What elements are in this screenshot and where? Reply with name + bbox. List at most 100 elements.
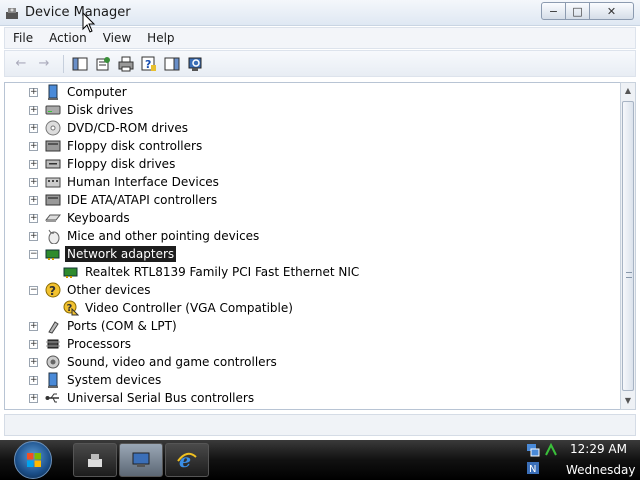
usb-icon bbox=[45, 390, 61, 406]
menu-help[interactable]: Help bbox=[139, 31, 182, 45]
tree-item-label: Video Controller (VGA Compatible) bbox=[85, 301, 293, 315]
expand-toggle[interactable]: + bbox=[29, 213, 38, 223]
taskbar-button-device-manager-app[interactable] bbox=[73, 443, 117, 477]
tree-item-processors[interactable]: + Processors bbox=[29, 335, 133, 353]
svg-text:N: N bbox=[529, 464, 536, 475]
hid-icon bbox=[45, 174, 61, 190]
windows-logo-icon bbox=[27, 453, 41, 467]
show-hide-console-tree-icon[interactable] bbox=[70, 54, 90, 74]
expand-toggle[interactable]: + bbox=[29, 231, 38, 241]
help-icon[interactable]: ? bbox=[139, 54, 159, 74]
expand-toggle[interactable]: + bbox=[29, 177, 38, 187]
tree-item-dvd-drives[interactable]: + DVD/CD-ROM drives bbox=[29, 119, 190, 137]
tree-item-network-adapters[interactable]: − Network adapters bbox=[29, 245, 177, 263]
scan-hardware-icon[interactable] bbox=[185, 54, 205, 74]
processor-icon bbox=[45, 336, 61, 352]
svg-text:?: ? bbox=[49, 284, 56, 298]
tree-item-keyboards[interactable]: + Keyboards bbox=[29, 209, 132, 227]
expand-toggle[interactable]: + bbox=[29, 339, 38, 349]
computer-management-icon bbox=[132, 452, 150, 467]
expand-toggle[interactable]: + bbox=[29, 393, 38, 403]
collapse-toggle[interactable]: − bbox=[29, 285, 38, 295]
tree-item-other-devices[interactable]: − ? Other devices bbox=[29, 281, 153, 299]
tree-item-label: Processors bbox=[67, 337, 132, 351]
tree-item-label: DVD/CD-ROM drives bbox=[67, 121, 189, 135]
collapse-toggle[interactable]: − bbox=[29, 249, 38, 259]
tree-item-system-devices[interactable]: + System devices bbox=[29, 371, 163, 389]
expand-toggle[interactable]: + bbox=[29, 375, 38, 385]
system-devices-icon bbox=[45, 372, 61, 388]
close-button[interactable]: ✕ bbox=[590, 2, 634, 20]
scroll-thumb[interactable] bbox=[622, 101, 634, 391]
tree-item-realtek-nic[interactable]: Realtek RTL8139 Family PCI Fast Ethernet… bbox=[63, 263, 361, 281]
clock-day[interactable]: Wednesday bbox=[566, 463, 635, 477]
tree-item-label: Sound, video and game controllers bbox=[67, 355, 277, 369]
system-tray: N 12:29 AM Wednesday bbox=[520, 440, 640, 480]
tree-item-ports[interactable]: + Ports (COM & LPT) bbox=[29, 317, 179, 335]
tree-item-floppy-drives[interactable]: + Floppy disk drives bbox=[29, 155, 177, 173]
tree-item-ide-controllers[interactable]: + IDE ATA/ATAPI controllers bbox=[29, 191, 219, 209]
tree-item-mice[interactable]: + Mice and other pointing devices bbox=[29, 227, 261, 245]
minimize-button[interactable]: − bbox=[541, 2, 566, 20]
tree-item-label: Floppy disk controllers bbox=[67, 139, 203, 153]
taskbar-button-computer[interactable] bbox=[119, 443, 163, 477]
tree-item-floppy-controllers[interactable]: + Floppy disk controllers bbox=[29, 137, 204, 155]
sound-icon bbox=[45, 354, 61, 370]
menu-view[interactable]: View bbox=[95, 31, 139, 45]
floppy-drive-icon bbox=[45, 156, 61, 172]
tree-item-label: Floppy disk drives bbox=[67, 157, 176, 171]
expand-toggle[interactable]: + bbox=[29, 357, 38, 367]
network-card-icon bbox=[63, 264, 79, 280]
expand-toggle[interactable]: + bbox=[29, 321, 38, 331]
maximize-button[interactable]: □ bbox=[566, 2, 590, 20]
print-icon[interactable] bbox=[116, 54, 136, 74]
title-bar[interactable]: Device Manager − □ ✕ bbox=[0, 0, 640, 26]
vertical-scrollbar[interactable]: ▲ ▼ bbox=[620, 82, 636, 410]
window-controls: − □ ✕ bbox=[541, 2, 634, 20]
toolbar-separator bbox=[63, 54, 64, 73]
tree-item-computer[interactable]: + Computer bbox=[29, 83, 129, 101]
tree-item-label: Mice and other pointing devices bbox=[67, 229, 260, 243]
forward-arrow-icon[interactable]: → bbox=[34, 54, 54, 74]
scroll-up-arrow[interactable]: ▲ bbox=[621, 83, 635, 99]
menu-file[interactable]: File bbox=[5, 31, 41, 45]
tree-item-usb[interactable]: + Universal Serial Bus controllers bbox=[29, 389, 256, 407]
tree-item-disk-drives[interactable]: + Disk drives bbox=[29, 101, 135, 119]
network-tray-icon[interactable] bbox=[526, 443, 540, 457]
clock-time[interactable]: 12:29 AM bbox=[570, 442, 627, 456]
back-arrow-icon[interactable]: ← bbox=[11, 54, 31, 74]
tree-item-label: Keyboards bbox=[67, 211, 130, 225]
tree-item-hid[interactable]: + Human Interface Devices bbox=[29, 173, 221, 191]
scroll-grip bbox=[626, 272, 632, 278]
dvd-drive-icon bbox=[45, 120, 61, 136]
keyboard-icon bbox=[45, 210, 61, 226]
toolbar: ← → ? bbox=[4, 50, 636, 77]
start-button[interactable] bbox=[14, 441, 52, 479]
show-hide-action-pane-icon[interactable] bbox=[162, 54, 182, 74]
expand-toggle[interactable]: + bbox=[29, 123, 38, 133]
expand-toggle[interactable]: + bbox=[29, 141, 38, 151]
expand-toggle[interactable]: + bbox=[29, 87, 38, 97]
disk-drive-icon bbox=[45, 102, 61, 118]
status-bar bbox=[4, 414, 636, 436]
floppy-controller-icon bbox=[45, 138, 61, 154]
tree-item-label: Computer bbox=[67, 85, 127, 99]
mouse-cursor-icon bbox=[82, 12, 96, 33]
device-manager-icon bbox=[6, 8, 18, 19]
menu-bar: File Action View Help bbox=[4, 27, 636, 49]
taskbar: e N 12:29 AM Wednesday bbox=[0, 440, 640, 480]
tree-item-label: Disk drives bbox=[67, 103, 134, 117]
scroll-down-arrow[interactable]: ▼ bbox=[621, 393, 635, 409]
device-tree[interactable]: + Computer + Disk drives + DVD/CD-ROM dr… bbox=[4, 82, 621, 410]
expand-toggle[interactable]: + bbox=[29, 195, 38, 205]
expand-toggle[interactable]: + bbox=[29, 105, 38, 115]
tree-item-label: Network adapters bbox=[65, 246, 177, 262]
safely-remove-tray-icon[interactable] bbox=[544, 443, 558, 457]
taskbar-button-internet-explorer[interactable]: e bbox=[165, 443, 209, 477]
ide-controller-icon bbox=[45, 192, 61, 208]
tree-item-video-controller[interactable]: ? Video Controller (VGA Compatible) bbox=[63, 299, 295, 317]
tree-item-sound[interactable]: + Sound, video and game controllers bbox=[29, 353, 279, 371]
properties-icon[interactable] bbox=[93, 54, 113, 74]
expand-toggle[interactable]: + bbox=[29, 159, 38, 169]
language-tray-icon[interactable]: N bbox=[526, 461, 540, 475]
